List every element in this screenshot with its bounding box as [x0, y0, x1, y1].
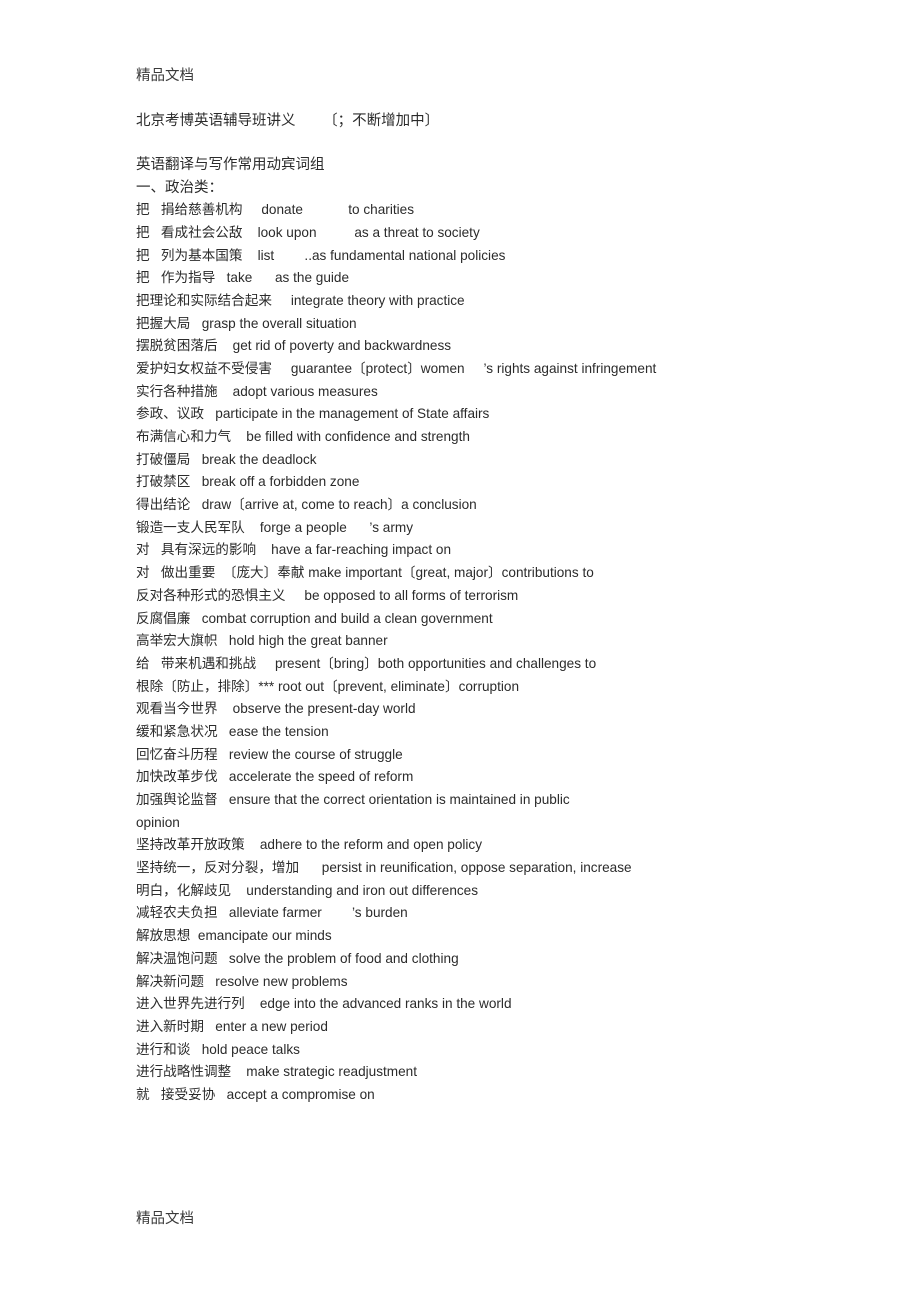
vocabulary-entry: 打破禁区 break off a forbidden zone	[136, 474, 360, 490]
vocabulary-entry: 给 带来机遇和挑战 present〔bring〕both opportuniti…	[136, 655, 597, 671]
vocabulary-entry: 根除〔防止，排除〕*** root out〔prevent, eliminate…	[136, 678, 520, 694]
vocabulary-entry: opinion	[136, 814, 180, 830]
vocabulary-entry: 摆脱贫困落后 get rid of poverty and backwardne…	[136, 338, 452, 354]
vocabulary-entry: 进行战略性调整 make strategic readjustment	[136, 1064, 418, 1080]
vocabulary-entry: 把 看成社会公敌 look upon as a threat to societ…	[136, 224, 480, 240]
document-page: 精品文档 北京考博英语辅导班讲义 〔；不断增加中〕 英语翻译与写作常用动宾词组 …	[0, 0, 920, 1303]
vocabulary-entry: 参政、议政 participate in the management of S…	[136, 406, 490, 422]
vocabulary-entry: 坚持改革开放政策 adhere to the reform and open p…	[136, 837, 483, 853]
section-heading-politics: 一、政治类：	[136, 179, 223, 196]
vocabulary-entry: 解放思想 emancipate our minds	[136, 928, 332, 944]
vocabulary-entry: 加强舆论监督 ensure that the correct orientati…	[136, 792, 570, 808]
spacer-after-title	[136, 132, 876, 154]
vocabulary-entry: 高举宏大旗帜 hold high the great banner	[136, 633, 388, 649]
header-watermark: 精品文档	[136, 68, 194, 84]
vocabulary-entry: 解决新问题 resolve new problems	[136, 973, 348, 989]
vocabulary-entry-list: 把 捐给慈善机构 donate to charities 把 看成社会公敌 loo…	[136, 199, 876, 1107]
document-subtitle: 英语翻译与写作常用动宾词组	[136, 157, 325, 174]
vocabulary-entry: 坚持统一，反对分裂，增加 persist in reunification, o…	[136, 860, 632, 876]
vocabulary-entry: 对 做出重要 〔庞大〕奉献 make important〔great, majo…	[136, 565, 594, 581]
vocabulary-entry: 把握大局 grasp the overall situation	[136, 315, 357, 331]
vocabulary-entry: 把理论和实际结合起来 integrate theory with practic…	[136, 292, 465, 308]
vocabulary-entry: 缓和紧急状况 ease the tension	[136, 723, 329, 739]
vocabulary-entry: 观看当今世界 observe the present-day world	[136, 701, 416, 717]
vocabulary-entry: 反腐倡廉 combat corruption and build a clean…	[136, 610, 493, 626]
vocabulary-entry: 实行各种措施 adopt various measures	[136, 383, 378, 399]
vocabulary-entry: 进入新时期 enter a new period	[136, 1018, 328, 1034]
document-content: 精品文档 北京考博英语辅导班讲义 〔；不断增加中〕 英语翻译与写作常用动宾词组 …	[136, 66, 876, 1107]
vocabulary-entry: 回忆奋斗历程 review the course of struggle	[136, 746, 403, 762]
vocabulary-entry: 反对各种形式的恐惧主义 be opposed to all forms of t…	[136, 587, 519, 603]
document-title: 北京考博英语辅导班讲义 〔；不断增加中〕	[136, 112, 440, 129]
vocabulary-entry: 得出结论 draw〔arrive at, come to reach〕a con…	[136, 497, 477, 513]
spacer-after-header-watermark	[136, 88, 876, 110]
vocabulary-entry: 解决温饱问题 solve the problem of food and clo…	[136, 950, 459, 966]
vocabulary-entry: 把 列为基本国策 list ..as fundamental national …	[136, 247, 506, 263]
vocabulary-entry: 减轻农夫负担 alleviate farmer ’s burden	[136, 905, 408, 921]
vocabulary-entry: 打破僵局 break the deadlock	[136, 451, 317, 467]
vocabulary-entry: 就 接受妥协 accept a compromise on	[136, 1086, 375, 1102]
vocabulary-entry: 布满信心和力气 be filled with confidence and st…	[136, 429, 470, 445]
footer-watermark: 精品文档	[136, 1211, 194, 1227]
vocabulary-entry: 爱护妇女权益不受侵害 guarantee〔protect〕women ’s ri…	[136, 360, 657, 376]
vocabulary-entry: 加快改革步伐 accelerate the speed of reform	[136, 769, 414, 785]
vocabulary-entry: 把 捐给慈善机构 donate to charities	[136, 202, 415, 218]
vocabulary-entry: 对 具有深远的影响 have a far-reaching impact on	[136, 542, 452, 558]
vocabulary-entry: 明白，化解歧见 understanding and iron out diffe…	[136, 882, 479, 898]
vocabulary-entry: 进行和谈 hold peace talks	[136, 1041, 300, 1057]
vocabulary-entry: 进入世界先进行列 edge into the advanced ranks in…	[136, 996, 512, 1012]
vocabulary-entry: 锻造一支人民军队 forge a people ’s army	[136, 519, 413, 535]
vocabulary-entry: 把 作为指导 take as the guide	[136, 270, 350, 286]
